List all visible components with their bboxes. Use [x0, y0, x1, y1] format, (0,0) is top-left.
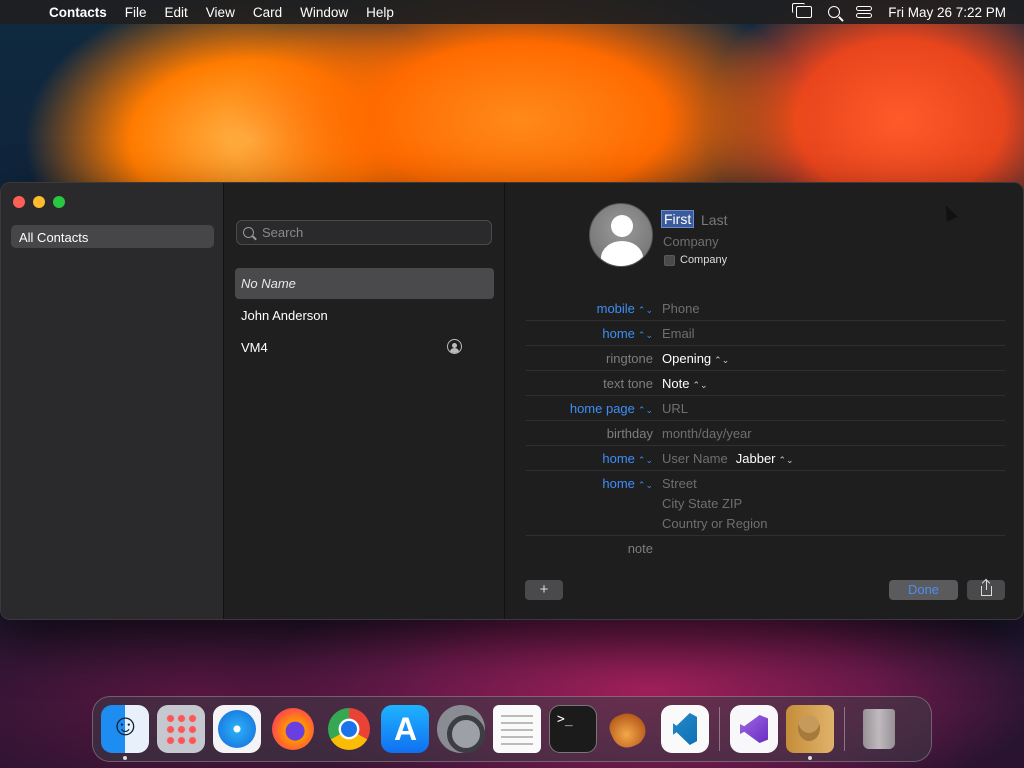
field-row-home-page: home page ⌃⌄ URL	[526, 396, 1005, 421]
running-indicator	[123, 756, 127, 760]
text-tone-select[interactable]: Note ⌃⌄	[662, 376, 708, 391]
field-row-ringtone: ringtone Opening ⌃⌄	[526, 346, 1005, 371]
company-checkbox-label: Company	[680, 254, 728, 266]
im-service-select[interactable]: Jabber ⌃⌄	[736, 451, 794, 466]
menu-window[interactable]: Window	[291, 5, 357, 20]
ringtone-select[interactable]: Opening ⌃⌄	[662, 351, 729, 366]
minimize-window-button[interactable]	[33, 196, 45, 208]
trash-icon[interactable]	[855, 705, 903, 753]
close-window-button[interactable]	[13, 196, 25, 208]
field-row-text-tone: text tone Note ⌃⌄	[526, 371, 1005, 396]
field-label-dropdown[interactable]: home ⌃⌄	[602, 451, 653, 466]
me-card-icon	[447, 339, 462, 354]
menu-app-name[interactable]: Contacts	[40, 5, 116, 20]
control-center-icon[interactable]	[856, 6, 873, 18]
field-row-note: note	[526, 536, 1005, 561]
field-row-im: home ⌃⌄ User Name Jabber ⌃⌄	[526, 446, 1005, 471]
screen-mirroring-icon[interactable]	[792, 3, 813, 18]
menu-help[interactable]: Help	[357, 5, 403, 20]
zoom-window-button[interactable]	[53, 196, 65, 208]
field-label-dropdown[interactable]: mobile ⌃⌄	[597, 301, 653, 316]
chrome-icon[interactable]	[325, 705, 373, 753]
field-row-mobile: mobile ⌃⌄ Phone	[526, 296, 1005, 321]
field-row-address: home ⌃⌄ Street City State ZIP Country or …	[526, 471, 1005, 536]
menu-edit[interactable]: Edit	[156, 5, 197, 20]
visual-studio-icon[interactable]	[730, 705, 778, 753]
safari-icon[interactable]	[213, 705, 261, 753]
share-button[interactable]	[967, 580, 1005, 600]
company-field[interactable]: Company	[663, 234, 719, 249]
spotlight-search-icon[interactable]	[828, 6, 841, 18]
url-input[interactable]: URL	[662, 401, 688, 416]
search-icon	[243, 227, 254, 238]
updown-chevron-icon: ⌃⌄	[637, 405, 653, 415]
im-username-input[interactable]: User Name Jabber ⌃⌄	[662, 451, 794, 466]
search-input[interactable]	[262, 225, 482, 240]
field-label: ringtone	[606, 351, 653, 366]
dock	[92, 696, 932, 762]
contact-name: No Name	[241, 276, 296, 291]
add-field-button[interactable]: +	[525, 580, 563, 600]
field-label: text tone	[603, 376, 653, 391]
contact-card: First Last Company Company mobile ⌃⌄ Phon…	[505, 183, 1023, 619]
finder-icon[interactable]	[101, 705, 149, 760]
email-input[interactable]: Email	[662, 326, 695, 341]
contact-row-vm4[interactable]: VM4	[235, 332, 494, 363]
menu-file[interactable]: File	[116, 5, 156, 20]
birthday-input[interactable]: month/day/year	[662, 426, 752, 441]
menubar-clock[interactable]: Fri May 26 7:22 PM	[888, 5, 1006, 20]
contact-name: John Anderson	[241, 308, 328, 323]
field-label-dropdown[interactable]: home page ⌃⌄	[570, 401, 653, 416]
country-input[interactable]: Country or Region	[662, 516, 768, 531]
field-row-birthday: birthday month/day/year	[526, 421, 1005, 446]
terminal-icon[interactable]	[549, 705, 597, 753]
field-row-email: home ⌃⌄ Email	[526, 321, 1005, 346]
field-label-dropdown[interactable]: home ⌃⌄	[602, 476, 653, 491]
window-controls	[13, 196, 65, 208]
updown-chevron-icon: ⌃⌄	[692, 380, 708, 390]
textedit-icon[interactable]	[493, 705, 541, 753]
menu-bar: Contacts File Edit View Card Window Help…	[0, 0, 1024, 24]
street-input[interactable]: Street	[662, 476, 697, 491]
contact-row-no-name[interactable]: No Name	[235, 268, 494, 299]
company-checkbox[interactable]: Company	[664, 254, 727, 266]
contacts-window: All Contacts No Name John Anderson VM4 F…	[0, 182, 1024, 620]
dock-separator	[844, 707, 845, 751]
done-button[interactable]: Done	[889, 580, 958, 600]
contact-row-john-anderson[interactable]: John Anderson	[235, 300, 494, 331]
system-settings-icon[interactable]	[437, 705, 485, 753]
updown-chevron-icon: ⌃⌄	[637, 305, 653, 315]
contacts-icon[interactable]	[786, 705, 834, 760]
city-state-zip-input[interactable]: City State ZIP	[662, 496, 742, 511]
dock-separator	[719, 707, 720, 751]
field-label: note	[627, 541, 653, 556]
launchpad-icon[interactable]	[157, 705, 205, 753]
first-name-field[interactable]: First	[661, 210, 695, 228]
contact-name: VM4	[241, 340, 268, 355]
menu-card[interactable]: Card	[244, 5, 291, 20]
menu-view[interactable]: View	[197, 5, 244, 20]
sidebar: All Contacts	[1, 183, 224, 619]
vscode-icon[interactable]	[661, 705, 709, 753]
updown-chevron-icon: ⌃⌄	[778, 455, 794, 465]
updown-chevron-icon: ⌃⌄	[637, 455, 653, 465]
field-label: birthday	[606, 426, 653, 441]
contact-list-pane: No Name John Anderson VM4	[224, 183, 505, 619]
instruments-icon[interactable]	[605, 705, 653, 753]
checkbox-box[interactable]	[664, 254, 675, 266]
phone-input[interactable]: Phone	[662, 301, 700, 316]
running-indicator	[808, 756, 812, 760]
share-icon	[981, 580, 992, 596]
contact-avatar[interactable]	[589, 203, 653, 267]
firefox-icon[interactable]	[269, 705, 317, 753]
field-label-dropdown[interactable]: home ⌃⌄	[602, 326, 653, 341]
search-field[interactable]	[236, 220, 492, 245]
last-name-field[interactable]: Last	[701, 212, 727, 228]
app-store-icon[interactable]	[381, 705, 429, 753]
updown-chevron-icon: ⌃⌄	[714, 355, 730, 365]
updown-chevron-icon: ⌃⌄	[637, 330, 653, 340]
sidebar-item-all-contacts[interactable]: All Contacts	[11, 225, 214, 248]
updown-chevron-icon: ⌃⌄	[637, 480, 653, 490]
